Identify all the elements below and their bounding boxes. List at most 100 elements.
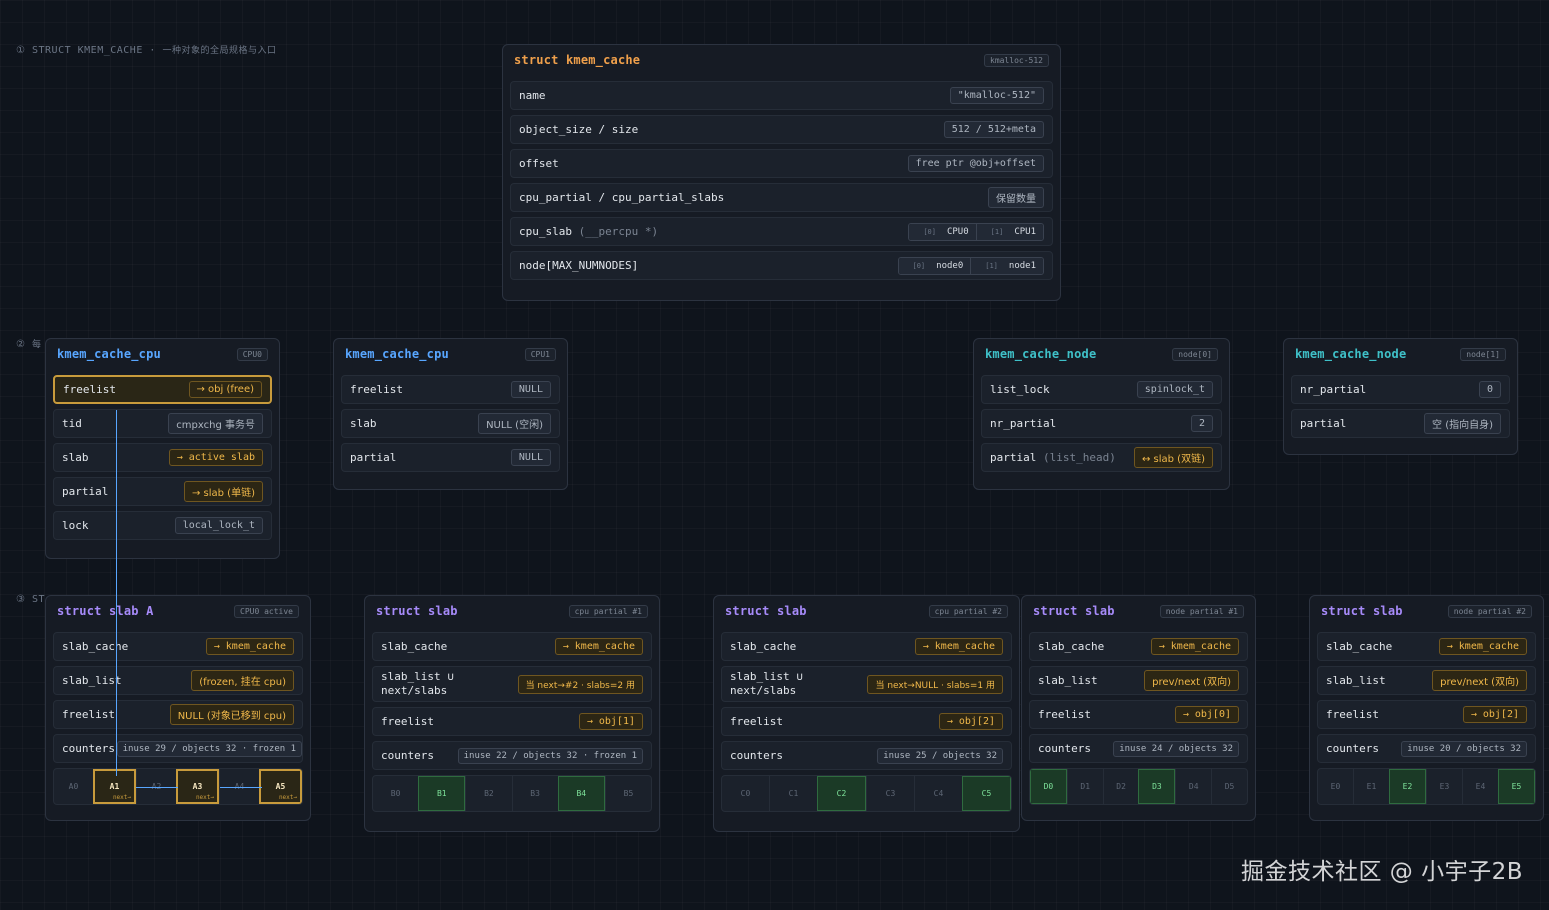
field-name-line: slab_list ∪ xyxy=(730,670,803,683)
slab-a-card: struct slab A CPU0 active slab_cache → k… xyxy=(45,595,311,821)
field-name: slab_cache xyxy=(381,640,448,653)
field-name: lock xyxy=(62,519,89,532)
field-name: freelist xyxy=(381,715,434,728)
object-cell: B3 xyxy=(511,776,558,811)
field-name: partial xyxy=(62,485,109,498)
field-name: counters xyxy=(381,749,434,762)
field-row-slab-cache: slab_cache → kmem_cache xyxy=(1317,632,1536,661)
field-row-slab: slab → active slab xyxy=(53,443,272,472)
object-cell: D4 xyxy=(1175,769,1211,804)
field-name: name xyxy=(519,89,546,102)
section-title: ST xyxy=(32,594,46,605)
card-tag: CPU1 xyxy=(524,347,556,361)
field-value: inuse 29 / objects 32 · frozen 1 xyxy=(116,740,302,757)
field-row-partial: partial (list_head) ↔ slab (双链) xyxy=(981,443,1222,472)
kmem-cache-card: struct kmem_cache kmalloc-512 name "kmal… xyxy=(502,44,1061,301)
field-row-nr-partial: nr_partial 2 xyxy=(981,409,1222,438)
index-label: [0] xyxy=(905,258,933,273)
cpu-pointer-pair: [0] CPU0 [1] CPU1 xyxy=(908,222,1044,241)
field-value: (frozen, 挂在 cpu) xyxy=(191,670,294,691)
field-value: local_lock_t xyxy=(174,517,263,534)
free-object-cell: A1 next→ xyxy=(93,769,136,804)
pointer-label: CPU0 xyxy=(946,226,969,237)
field-row-node: node[MAX_NUMNODES] [0] node0 [1] node1 xyxy=(510,251,1053,280)
field-name: node[MAX_NUMNODES] xyxy=(519,259,639,272)
field-value: inuse 20 / objects 32 xyxy=(1401,740,1527,757)
node-pointer-pair: [0] node0 [1] node1 xyxy=(897,256,1044,275)
card-header: struct slab cpu partial #2 xyxy=(721,596,1012,626)
section-title: STRUCT KMEM_CACHE xyxy=(32,45,143,56)
watermark: 掘金技术社区 @ 小宇子2B xyxy=(1240,859,1523,885)
field-name: freelist xyxy=(62,708,115,721)
card-header: struct kmem_cache kmalloc-512 xyxy=(510,45,1053,75)
field-name-text: cpu_slab xyxy=(519,225,572,238)
field-row-slab-list: slab_list ∪ next/slabs 当 next→NULL · sla… xyxy=(721,666,1012,702)
field-value: 当 next→#2 · slabs=2 用 xyxy=(517,674,643,694)
field-name: slab_cache xyxy=(1326,640,1393,653)
field-name: freelist xyxy=(1038,708,1091,721)
freelist-link xyxy=(136,787,178,788)
field-row-slab-cache: slab_cache → kmem_cache xyxy=(721,632,1012,661)
field-value: free ptr @obj+offset xyxy=(907,155,1044,172)
field-row-offset: offset free ptr @obj+offset xyxy=(510,149,1053,178)
field-value: cmpxchg 事务号 xyxy=(168,413,263,434)
pointer-label: CPU1 xyxy=(1014,226,1036,237)
next-pointer: next→ xyxy=(112,794,131,801)
field-row-partial: partial 空 (指向自身) xyxy=(1291,409,1510,438)
field-row-counters: counters inuse 29 / objects 32 · frozen … xyxy=(53,734,303,763)
field-name: object_size / size xyxy=(519,123,639,136)
field-name: counters xyxy=(1326,742,1379,755)
field-row-cpu-slab: cpu_slab (__percpu *) [0] CPU0 [1] CPU1 xyxy=(510,217,1053,246)
field-name: partial (list_head) xyxy=(990,451,1116,464)
field-value: 空 (指向自身) xyxy=(1424,413,1501,434)
object-cell: D1 xyxy=(1066,769,1103,804)
field-value: 保留数量 xyxy=(988,187,1044,208)
field-value: → kmem_cache xyxy=(914,638,1003,655)
field-value: NULL (对象已移到 cpu) xyxy=(169,704,294,725)
field-value: → obj (free) xyxy=(188,381,262,398)
field-note: (__percpu *) xyxy=(578,225,659,238)
field-row-slab-list: slab_list (frozen, 挂在 cpu) xyxy=(53,666,303,695)
section-label-slab: ③ ST xyxy=(16,594,45,605)
node1-pointer: [1] node1 xyxy=(970,257,1043,274)
index-label: [1] xyxy=(978,258,1005,273)
card-tag: node partial #2 xyxy=(1447,604,1532,618)
object-cell: D5 xyxy=(1211,769,1247,804)
field-name: counters xyxy=(1038,742,1091,755)
field-row-counters: counters inuse 25 / objects 32 xyxy=(721,741,1012,770)
field-row-cpu-partial: cpu_partial / cpu_partial_slabs 保留数量 xyxy=(510,183,1053,212)
slab-c-card: struct slab cpu partial #2 slab_cache → … xyxy=(713,595,1020,832)
field-name: tid xyxy=(62,417,82,430)
used-object-cell: E5 xyxy=(1498,769,1535,804)
used-object-cell: D3 xyxy=(1138,769,1176,804)
kmem-cache-cpu1-card: kmem_cache_cpu CPU1 freelist NULL slab N… xyxy=(333,338,568,490)
field-value: → kmem_cache xyxy=(1150,638,1239,655)
field-row-slab-cache: slab_cache → kmem_cache xyxy=(372,632,652,661)
field-row-counters: counters inuse 24 / objects 32 xyxy=(1029,734,1248,763)
field-value: → kmem_cache xyxy=(1438,638,1527,655)
card-title: struct slab A xyxy=(57,604,154,618)
card-header: kmem_cache_cpu CPU1 xyxy=(341,339,560,369)
card-header: kmem_cache_node node[0] xyxy=(981,339,1222,369)
field-name: slab_cache xyxy=(730,640,797,653)
field-row-partial: partial NULL xyxy=(341,443,560,472)
field-value: inuse 22 / objects 32 · frozen 1 xyxy=(457,747,643,764)
section-desc: 一种对象的全局规格与入口 xyxy=(162,46,277,56)
card-tag: node[1] xyxy=(1460,347,1506,361)
card-tag: CPU0 xyxy=(236,347,268,361)
kmem-cache-node0-card: kmem_cache_node node[0] list_lock spinlo… xyxy=(973,338,1230,490)
field-value: inuse 24 / objects 32 xyxy=(1113,740,1239,757)
field-name-line: next/slabs xyxy=(381,684,448,697)
field-name: counters xyxy=(62,742,115,755)
object-cell: B5 xyxy=(604,776,651,811)
pointer-label: node1 xyxy=(1008,260,1036,271)
field-name: partial xyxy=(1300,417,1347,430)
field-value: 当 next→NULL · slabs=1 用 xyxy=(867,674,1003,694)
slab-e-card: struct slab node partial #2 slab_cache →… xyxy=(1309,595,1544,821)
field-row-slab-list: slab_list prev/next (双向) xyxy=(1029,666,1248,695)
field-value: → kmem_cache xyxy=(205,638,294,655)
field-name: cpu_partial / cpu_partial_slabs xyxy=(519,191,725,204)
object-cell: E4 xyxy=(1462,769,1498,804)
card-title: struct slab xyxy=(1321,604,1403,618)
card-title: kmem_cache_cpu xyxy=(57,347,161,361)
